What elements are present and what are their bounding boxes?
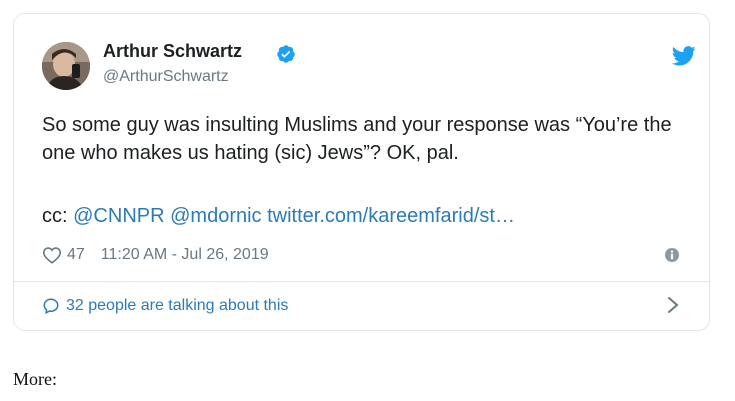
- tweet-meta-row: 47 11:20 AM - Jul 26, 2019: [42, 244, 269, 266]
- cc-line: cc: @CNNPR @mdornic twitter.com/kareemfa…: [42, 202, 515, 230]
- verified-badge-icon: [277, 45, 295, 63]
- twitter-bird-icon[interactable]: [672, 46, 696, 66]
- tweet-timestamp[interactable]: 11:20 AM - Jul 26, 2019: [101, 246, 269, 264]
- speech-bubble-icon: [43, 298, 59, 315]
- tweet-card: Arthur Schwartz @ArthurSchwartz So some …: [13, 13, 710, 331]
- chevron-right-icon[interactable]: [667, 296, 679, 314]
- heart-icon[interactable]: [42, 246, 62, 264]
- info-icon[interactable]: [664, 247, 680, 263]
- talking-about-link[interactable]: 32 people are talking about this: [42, 295, 288, 317]
- avatar-image: [42, 42, 90, 90]
- tweet-url-link[interactable]: twitter.com/kareemfarid/st…: [267, 205, 515, 227]
- like-count[interactable]: 47: [67, 246, 85, 264]
- talking-about-text: 32 people are talking about this: [66, 297, 289, 314]
- mention-link-cnnpr[interactable]: @CNNPR: [73, 205, 164, 227]
- author-handle[interactable]: @ArthurSchwartz: [103, 68, 229, 86]
- more-label: More:: [13, 369, 57, 389]
- author-name[interactable]: Arthur Schwartz: [103, 41, 242, 62]
- tweet-text: So some guy was insulting Muslims and yo…: [42, 114, 672, 164]
- cc-prefix: cc:: [42, 205, 68, 227]
- card-divider: [14, 281, 709, 282]
- avatar[interactable]: [42, 42, 90, 90]
- mention-link-mdornic[interactable]: @mdornic: [170, 205, 261, 227]
